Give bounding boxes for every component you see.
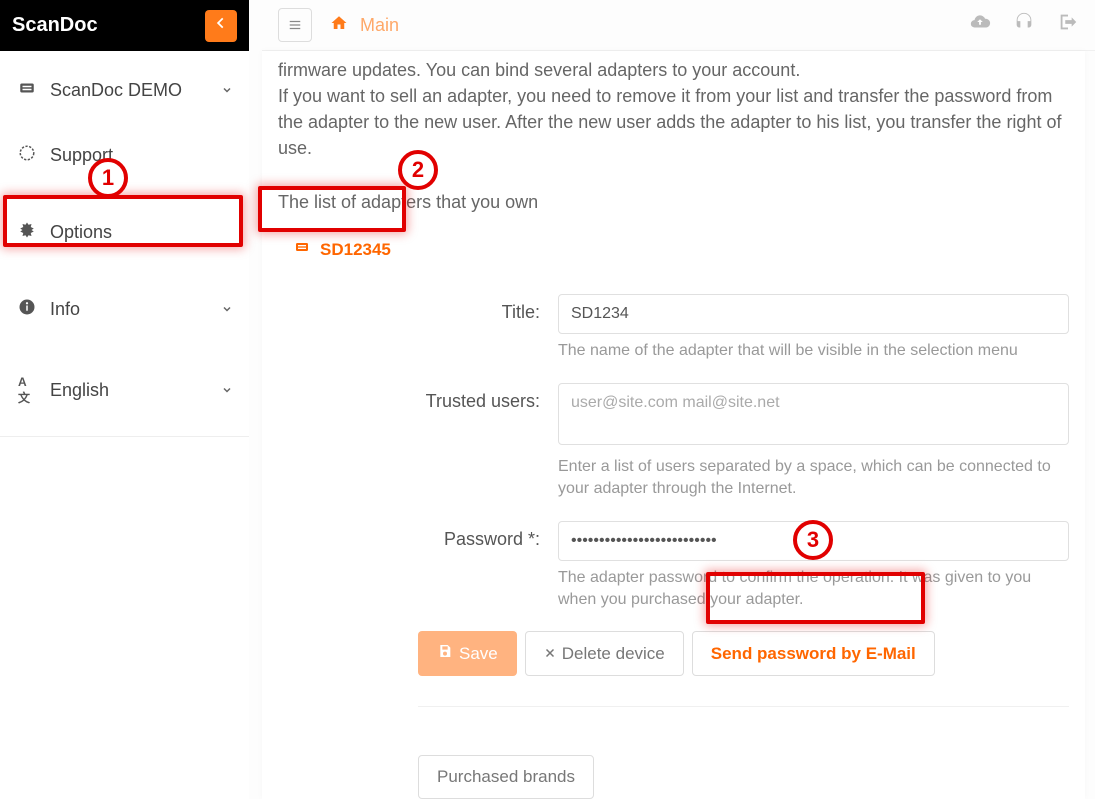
content-paragraph: firmware updates. You can bind several a…	[278, 57, 1069, 83]
sidebar-item-label: ScanDoc DEMO	[50, 80, 182, 101]
send-password-email-button[interactable]: Send password by E-Mail	[692, 631, 935, 676]
sidebar-item-scandoc-demo[interactable]: ScanDoc DEMO	[0, 65, 249, 116]
annotation-marker-1: 1	[88, 158, 128, 198]
main-content: firmware updates. You can bind several a…	[262, 51, 1085, 799]
purchased-brands-label: Purchased brands	[437, 767, 575, 787]
close-icon	[544, 644, 556, 664]
cloud-upload-icon[interactable]	[969, 11, 991, 39]
chevron-down-icon	[221, 383, 233, 399]
breadcrumb[interactable]: Main	[330, 14, 399, 37]
trusted-users-hint: Enter a list of users separated by a spa…	[558, 456, 1069, 501]
hamburger-button[interactable]	[278, 8, 312, 42]
chevron-down-icon	[221, 83, 233, 99]
info-icon	[18, 298, 38, 321]
logout-icon[interactable]	[1057, 11, 1079, 39]
arrow-left-icon	[214, 16, 228, 35]
save-label: Save	[459, 644, 498, 664]
delete-device-button[interactable]: Delete device	[525, 631, 684, 676]
delete-label: Delete device	[562, 644, 665, 664]
adapter-tab-label: SD12345	[320, 240, 391, 260]
divider	[0, 436, 249, 437]
sidebar-item-language[interactable]: A文 English	[0, 361, 249, 420]
topbar: Main	[262, 0, 1095, 51]
breadcrumb-main: Main	[360, 15, 399, 36]
send-email-label: Send password by E-Mail	[711, 644, 916, 664]
divider	[418, 706, 1069, 707]
password-hint: The adapter password to confirm the oper…	[558, 567, 1069, 612]
sidebar-item-label: Info	[50, 299, 80, 320]
title-hint: The name of the adapter that will be vis…	[558, 340, 1069, 362]
adapter-icon	[294, 239, 310, 260]
collapse-sidebar-button[interactable]	[205, 10, 237, 42]
language-icon: A文	[18, 375, 38, 406]
sidebar-item-label: Options	[50, 222, 112, 243]
brand-logo: ScanDoc	[12, 14, 98, 37]
headset-icon[interactable]	[1013, 11, 1035, 39]
adapters-list-label: The list of adapters that you own	[278, 189, 1069, 215]
support-icon	[18, 144, 38, 167]
adapter-form: Title: The name of the adapter that will…	[278, 294, 1069, 799]
trusted-users-label: Trusted users:	[418, 383, 558, 412]
chevron-down-icon	[221, 302, 233, 318]
sidebar-item-options[interactable]: Options	[0, 207, 249, 258]
save-icon	[437, 643, 453, 664]
annotation-marker-2: 2	[398, 150, 438, 190]
annotation-marker-3: 3	[793, 520, 833, 560]
sidebar-item-label: English	[50, 380, 109, 401]
trusted-users-input[interactable]	[558, 383, 1069, 445]
content-paragraph: If you want to sell an adapter, you need…	[278, 83, 1069, 161]
save-button[interactable]: Save	[418, 631, 517, 676]
home-icon	[330, 14, 348, 37]
sidebar-item-info[interactable]: Info	[0, 284, 249, 335]
sidebar: ScanDoc ScanDoc DEMO Support Options I	[0, 0, 249, 799]
form-actions: Save Delete device Send password by E-Ma…	[418, 631, 1069, 676]
topbar-actions	[969, 11, 1079, 39]
purchased-brands-button[interactable]: Purchased brands	[418, 755, 594, 799]
sidebar-header: ScanDoc	[0, 0, 249, 51]
adapter-tab-sd12345[interactable]: SD12345	[278, 229, 407, 270]
password-label: Password *:	[418, 521, 558, 550]
gear-icon	[18, 221, 38, 244]
title-label: Title:	[418, 294, 558, 323]
device-icon	[18, 79, 38, 102]
title-input[interactable]	[558, 294, 1069, 334]
